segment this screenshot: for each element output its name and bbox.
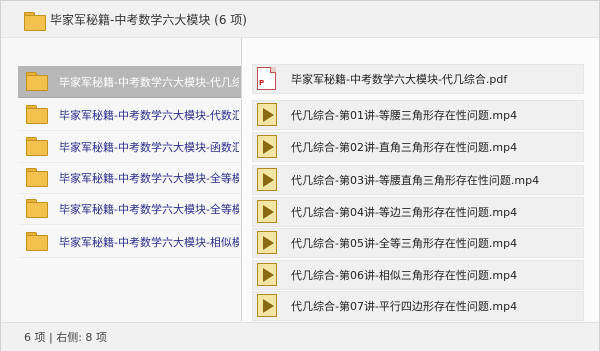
video-icon (256, 200, 278, 224)
video-icon (256, 263, 278, 287)
file-item[interactable]: 代几综合-第01讲-等腰三角形存在性问题.mp4 (252, 100, 584, 130)
folder-item-label: 毕家军秘籍-中考数学六大模块-代几综合 (59, 75, 239, 89)
folder-icon (26, 232, 48, 251)
content-area: 毕家军秘籍-中考数学六大模块-代几综合 毕家军秘籍-中考数学六大模块-代数汇总 … (1, 38, 599, 321)
file-item[interactable]: 代几综合-第07讲-平行四边形存在性问题.mp4 (252, 291, 584, 321)
file-item-label: 代几综合-第01讲-等腰三角形存在性问题.mp4 (291, 109, 518, 122)
file-item-label: 代几综合-第02讲-直角三角形存在性问题.mp4 (291, 141, 518, 154)
folder-icon (26, 168, 48, 187)
pdf-icon: P (256, 67, 278, 91)
file-item-label: 代几综合-第04讲-等边三角形存在性问题.mp4 (291, 206, 518, 219)
file-list-panel: P 毕家军秘籍-中考数学六大模块-代几综合.pdf 代几综合-第01讲-等腰三角… (242, 38, 599, 321)
folder-item[interactable]: 毕家军秘籍-中考数学六大模块-代几综合 (18, 66, 241, 98)
folder-item-label: 毕家军秘籍-中考数学六大模块-全等模型 (59, 171, 239, 185)
folder-icon (26, 199, 48, 218)
file-item[interactable]: 代几综合-第06讲-相似三角形存在性问题.mp4 (252, 260, 584, 290)
window-title: 毕家军秘籍-中考数学六大模块 (6 项) (50, 12, 247, 27)
folder-item[interactable]: 毕家军秘籍-中考数学六大模块-相似模型 (18, 226, 241, 258)
file-item-label: 代几综合-第03讲-等腰直角三角形存在性问题.mp4 (291, 174, 540, 187)
video-icon (256, 168, 278, 192)
folder-icon (24, 11, 46, 31)
file-item-label: 毕家军秘籍-中考数学六大模块-代几综合.pdf (291, 73, 508, 86)
folder-item[interactable]: 毕家军秘籍-中考数学六大模块-全等模型 (18, 162, 241, 194)
file-item[interactable]: 代几综合-第02讲-直角三角形存在性问题.mp4 (252, 132, 584, 162)
file-item[interactable]: 代几综合-第03讲-等腰直角三角形存在性问题.mp4 (252, 165, 584, 195)
folder-item-label: 毕家军秘籍-中考数学六大模块-函数汇总 (59, 140, 239, 154)
file-item-label: 代几综合-第07讲-平行四边形存在性问题.mp4 (291, 300, 518, 313)
video-icon (256, 135, 278, 159)
video-icon (256, 231, 278, 255)
status-text: 6 项 | 右侧: 8 项 (24, 331, 107, 344)
folder-item-label: 毕家军秘籍-中考数学六大模块-代数汇总 (59, 108, 239, 122)
file-item-label: 代几综合-第05讲-全等三角形存在性问题.mp4 (291, 237, 518, 250)
file-browser-window: 毕家军秘籍-中考数学六大模块 (6 项) 毕家军秘籍-中考数学六大模块-代几综合… (0, 0, 600, 351)
title-bar: 毕家军秘籍-中考数学六大模块 (6 项) (1, 1, 599, 38)
folder-item-label: 毕家军秘籍-中考数学六大模块-全等模型 (59, 202, 239, 216)
folder-list-panel: 毕家军秘籍-中考数学六大模块-代几综合 毕家军秘籍-中考数学六大模块-代数汇总 … (1, 38, 241, 321)
folder-item[interactable]: 毕家军秘籍-中考数学六大模块-全等模型 (18, 193, 241, 225)
folder-icon (26, 137, 48, 156)
folder-item[interactable]: 毕家军秘籍-中考数学六大模块-代数汇总 (18, 99, 241, 131)
video-icon (256, 294, 278, 318)
file-item-label: 代几综合-第06讲-相似三角形存在性问题.mp4 (291, 269, 518, 282)
status-bar: 6 项 | 右侧: 8 项 (1, 322, 599, 351)
folder-item[interactable]: 毕家军秘籍-中考数学六大模块-函数汇总 (18, 131, 241, 163)
file-item[interactable]: 代几综合-第04讲-等边三角形存在性问题.mp4 (252, 197, 584, 227)
file-item[interactable]: 代几综合-第05讲-全等三角形存在性问题.mp4 (252, 228, 584, 258)
video-icon (256, 103, 278, 127)
folder-item-label: 毕家军秘籍-中考数学六大模块-相似模型 (59, 235, 239, 249)
folder-icon (26, 72, 48, 91)
file-item[interactable]: P 毕家军秘籍-中考数学六大模块-代几综合.pdf (252, 64, 584, 94)
folder-icon (26, 105, 48, 124)
